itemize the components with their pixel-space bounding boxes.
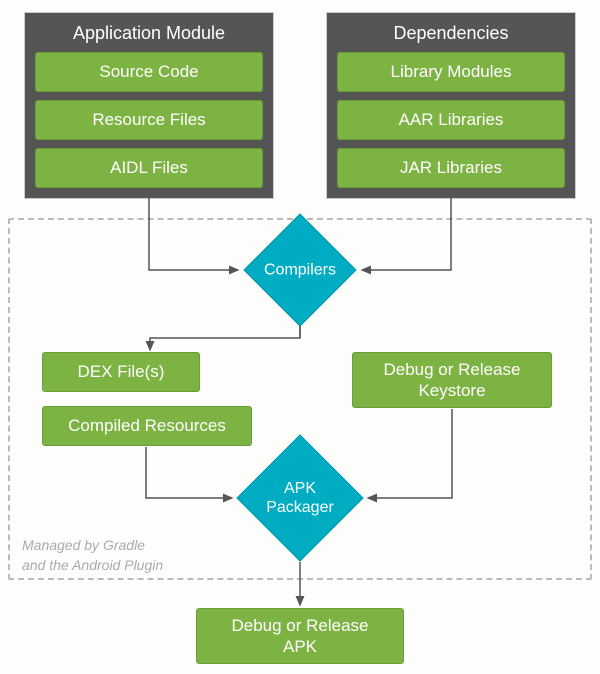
source-code-item: Source Code <box>35 52 263 92</box>
dependencies-box: Dependencies Library Modules AAR Librari… <box>326 12 576 199</box>
compiled-resources-node: Compiled Resources <box>42 406 252 446</box>
dex-files-node: DEX File(s) <box>42 352 200 392</box>
jar-libraries-item: JAR Libraries <box>337 148 565 188</box>
resource-files-item: Resource Files <box>35 100 263 140</box>
dependencies-title: Dependencies <box>337 19 565 52</box>
application-module-title: Application Module <box>35 19 263 52</box>
aar-libraries-item: AAR Libraries <box>337 100 565 140</box>
keystore-node: Debug or Release Keystore <box>352 352 552 408</box>
output-apk-node: Debug or Release APK <box>196 608 404 664</box>
library-modules-item: Library Modules <box>337 52 565 92</box>
managed-region-label: Managed by Gradle and the Android Plugin <box>22 536 163 575</box>
compilers-label: Compilers <box>264 260 336 279</box>
application-module-box: Application Module Source Code Resource … <box>24 12 274 199</box>
aidl-files-item: AIDL Files <box>35 148 263 188</box>
apk-packager-label: APK Packager <box>266 479 334 517</box>
